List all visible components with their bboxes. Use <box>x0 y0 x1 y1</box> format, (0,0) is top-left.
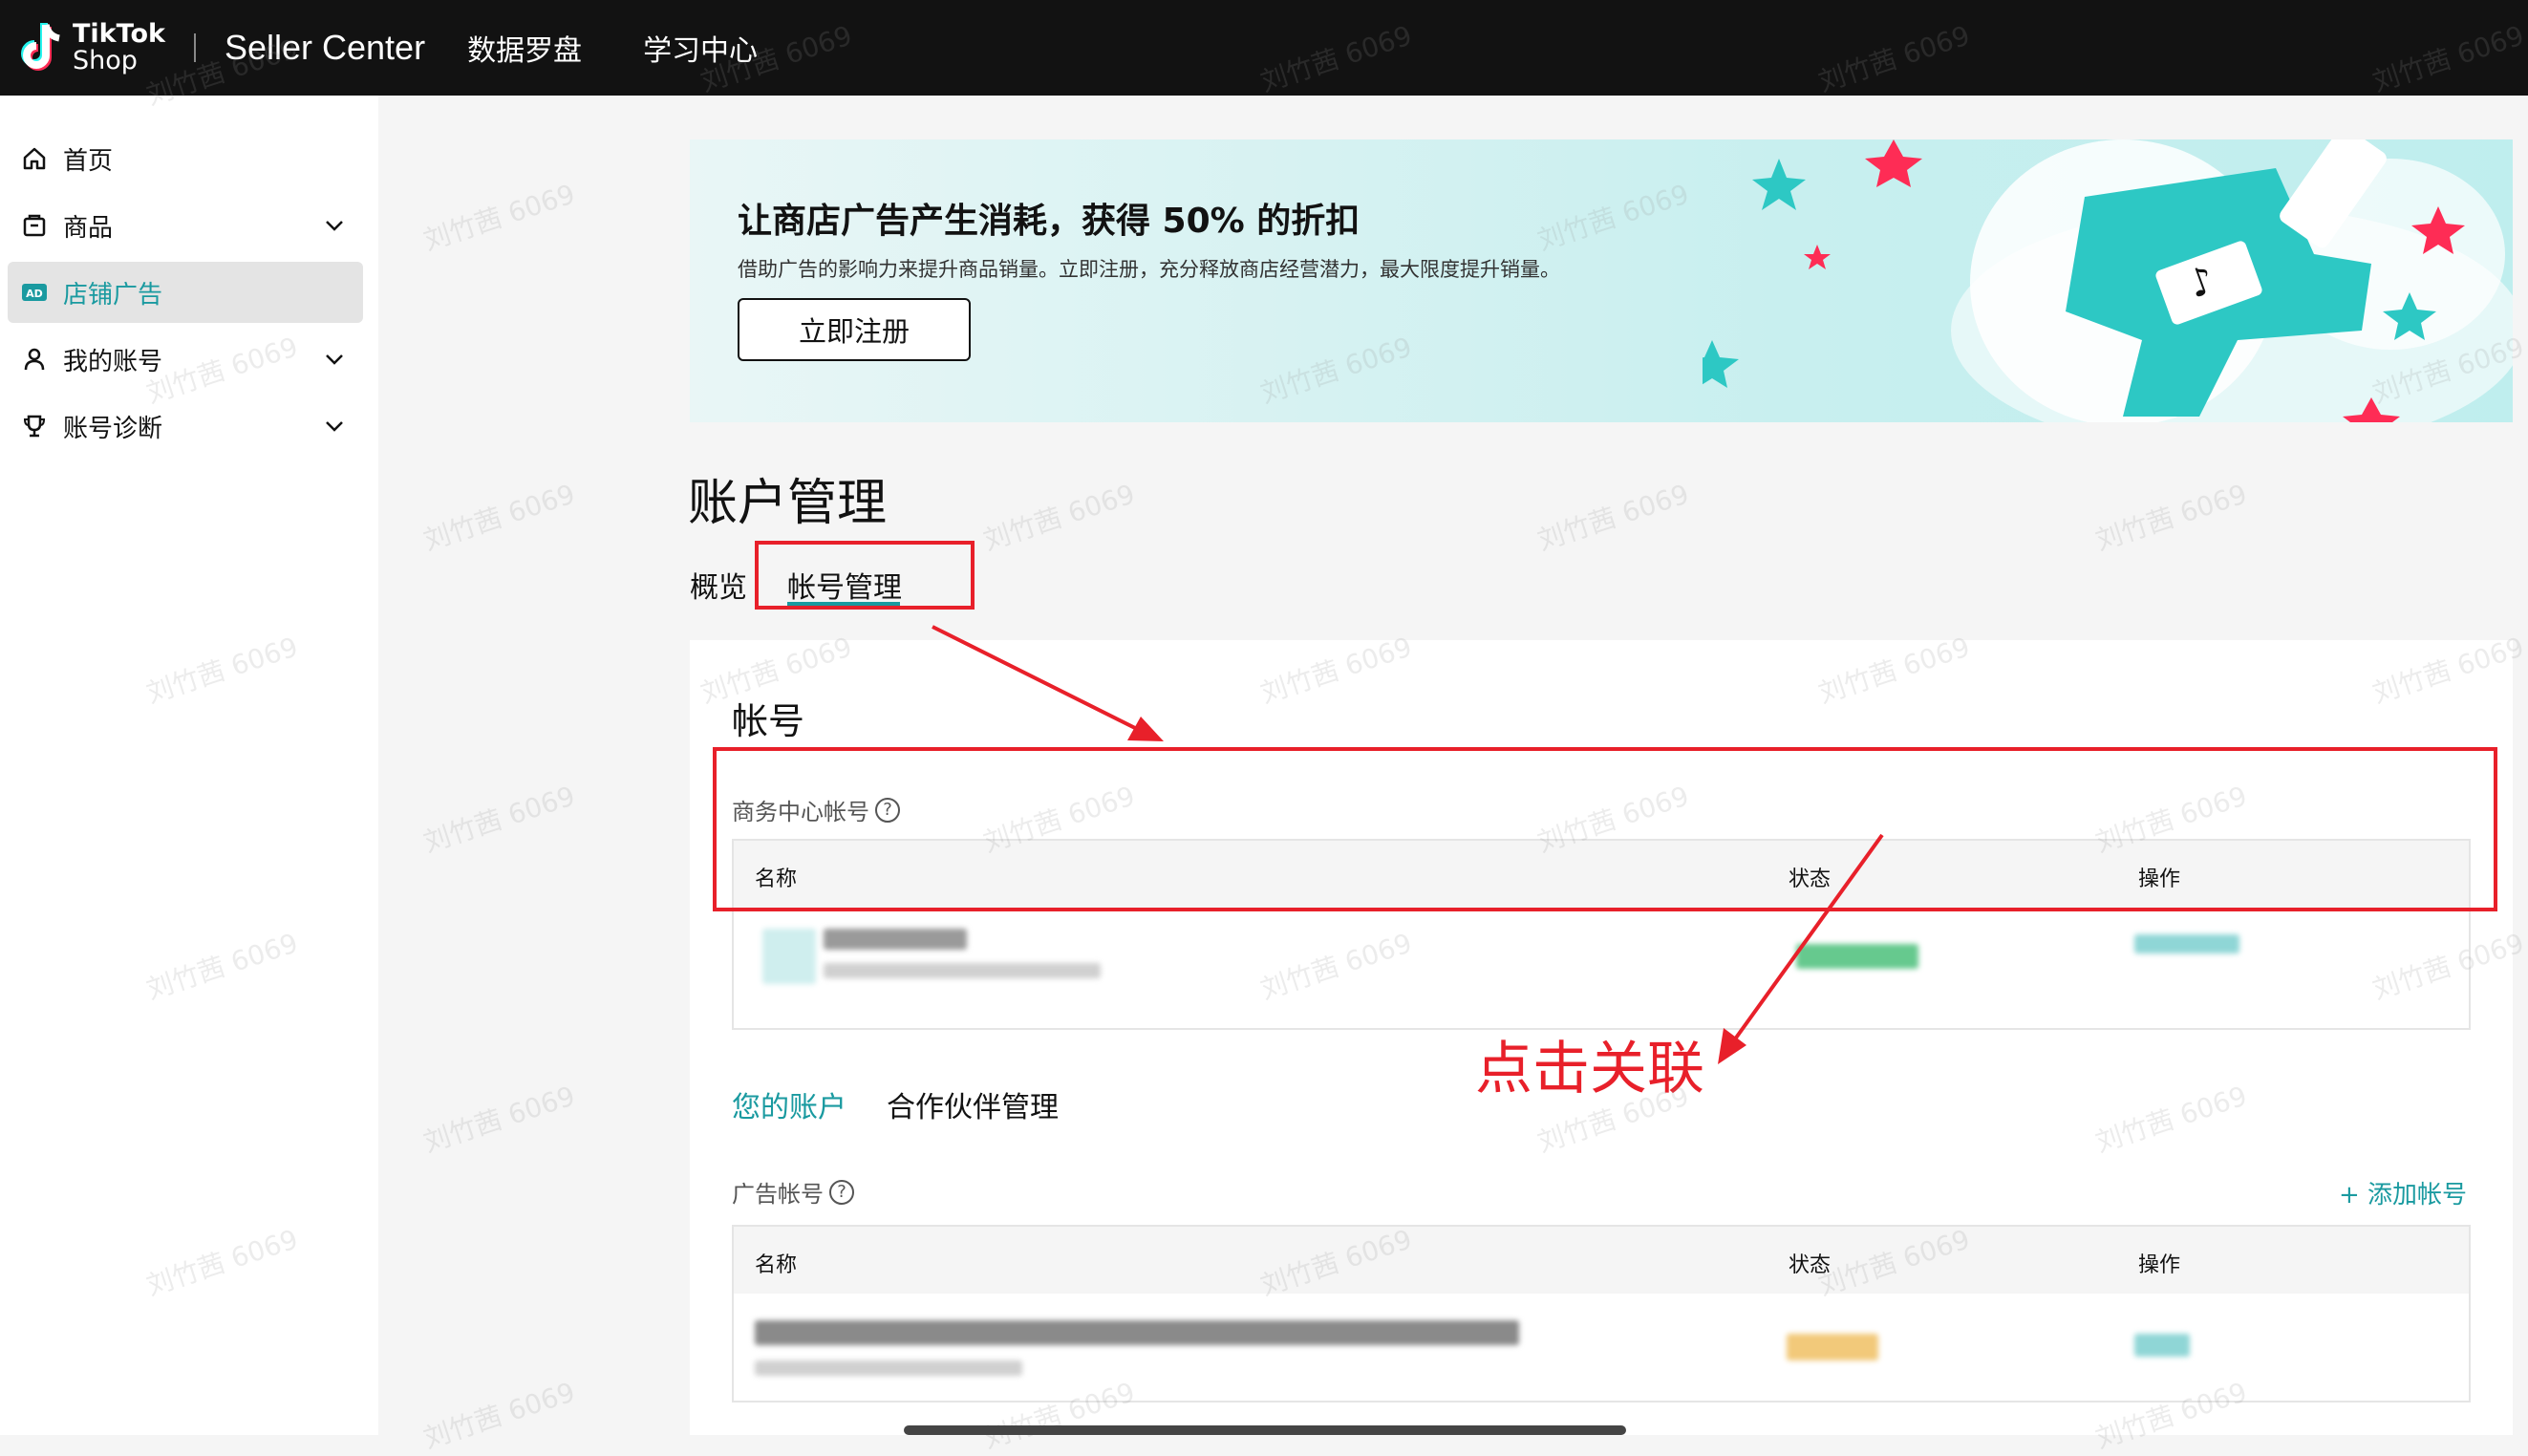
horizontal-scrollbar[interactable] <box>904 1425 1626 1435</box>
annotation-arrows <box>932 625 1884 1064</box>
annotation-click-link-text: 点击关联 <box>1475 1036 1704 1103</box>
